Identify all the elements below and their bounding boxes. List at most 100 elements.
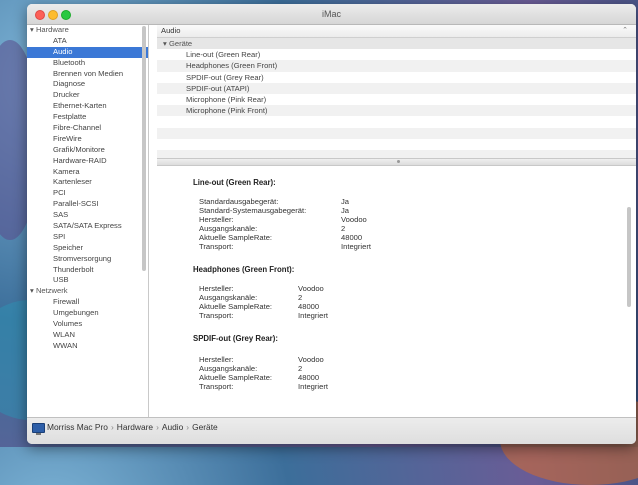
- sidebar-item-audio[interactable]: Audio: [27, 46, 148, 58]
- sidebar-item-stromversorgung[interactable]: Stromversorgung: [27, 254, 148, 265]
- detail-value: Ja: [341, 197, 350, 206]
- window-title: iMac: [321, 9, 341, 19]
- sidebar-item-pci[interactable]: PCI: [27, 188, 148, 199]
- breadcrumb-item-audio[interactable]: Audio: [162, 422, 183, 432]
- detail-value: 2: [298, 293, 303, 302]
- breadcrumb-item-geraete[interactable]: Geräte: [192, 422, 218, 432]
- sidebar-item-umgebungen[interactable]: Umgebungen: [27, 308, 148, 319]
- computer-icon: [32, 423, 45, 435]
- sidebar-item-ethernet[interactable]: Ethernet-Karten: [27, 101, 148, 112]
- tree-item-spdif-atapi[interactable]: SPDIF-out (ATAPI): [157, 82, 636, 94]
- sidebar-group-hardware[interactable]: ▾ Hardware: [27, 25, 148, 36]
- breadcrumb-separator: ›: [186, 422, 190, 432]
- breadcrumb-item-hardware[interactable]: Hardware: [117, 422, 153, 432]
- detail-key: Aktuelle SampleRate:: [199, 302, 273, 311]
- detail-key: Ausgangskanäle:: [199, 364, 258, 373]
- sidebar-scrollbar[interactable]: [142, 26, 146, 271]
- detail-section-title: Line-out (Green Rear):: [193, 178, 276, 187]
- sidebar-group-label: Netzwerk: [35, 286, 68, 296]
- tree-item-headphones[interactable]: Headphones (Green Front): [157, 60, 636, 72]
- detail-value: Integriert: [298, 311, 328, 320]
- detail-section-title: SPDIF-out (Grey Rear):: [193, 334, 278, 343]
- detail-key: Ausgangskanäle:: [199, 293, 258, 302]
- detail-value: Voodoo: [298, 284, 324, 293]
- disclosure-triangle-icon[interactable]: ▾: [163, 39, 167, 48]
- detail-key: Hersteller:: [199, 284, 234, 293]
- sidebar-item-sas[interactable]: SAS: [27, 210, 148, 221]
- titlebar: iMac: [27, 4, 636, 25]
- detail-value: Voodoo: [341, 215, 367, 224]
- detail-key: Aktuelle SampleRate:: [199, 373, 273, 382]
- sidebar-item-ata[interactable]: ATA: [27, 36, 148, 47]
- tree-empty-row: [157, 139, 636, 150]
- breadcrumb-separator: ›: [110, 422, 114, 432]
- tree-group-geraete[interactable]: ▾ Geräte: [157, 38, 636, 50]
- detail-key: Transport:: [199, 382, 234, 391]
- disclosure-triangle-icon[interactable]: ▾: [30, 25, 34, 34]
- detail-key: Transport:: [199, 311, 234, 320]
- tree-item-mic-rear[interactable]: Microphone (Pink Rear): [157, 94, 636, 105]
- detail-key: Hersteller:: [199, 215, 234, 224]
- sidebar: ▾ Hardware ATA Audio Bluetooth Brennen v…: [27, 25, 149, 417]
- detail-value: 48000: [341, 233, 363, 242]
- sidebar-item-speicher[interactable]: Speicher: [27, 243, 148, 254]
- detail-scrollbar[interactable]: [627, 207, 631, 307]
- sidebar-item-bluetooth[interactable]: Bluetooth: [27, 58, 148, 69]
- sidebar-item-diagnose[interactable]: Diagnose: [27, 79, 148, 90]
- detail-value: Integriert: [298, 382, 328, 391]
- sidebar-item-kartenleser[interactable]: Kartenleser: [27, 177, 148, 188]
- detail-key: Standard-Systemausgabegerät:: [199, 206, 307, 215]
- detail-value: 48000: [298, 373, 320, 382]
- detail-key: Transport:: [199, 242, 234, 251]
- detail-value: Voodoo: [298, 355, 324, 364]
- tree-item-line-out[interactable]: Line-out (Green Rear): [157, 49, 636, 60]
- sidebar-item-brennen[interactable]: Brennen von Medien: [27, 69, 148, 80]
- detail-section-title: Headphones (Green Front):: [193, 265, 295, 274]
- sidebar-item-volumes[interactable]: Volumes: [27, 319, 148, 330]
- column-header-audio: Audio: [161, 26, 181, 35]
- breadcrumb-item-computer[interactable]: Morriss Mac Pro: [47, 422, 108, 432]
- tree-empty-row: [157, 127, 636, 139]
- sidebar-item-firewall[interactable]: Firewall: [27, 297, 148, 308]
- sidebar-item-drucker[interactable]: Drucker: [27, 90, 148, 101]
- detail-value: 2: [298, 364, 303, 373]
- detail-key: Aktuelle SampleRate:: [199, 233, 273, 242]
- tree-group-label: Geräte: [168, 39, 193, 48]
- sidebar-group-label: Hardware: [35, 25, 69, 34]
- sidebar-item-wwan[interactable]: WWAN: [27, 341, 148, 352]
- table-header[interactable]: Audio ⌃: [157, 25, 636, 38]
- breadcrumb-separator: ›: [156, 422, 159, 432]
- detail-value: 2: [341, 224, 346, 233]
- sidebar-item-parallel-scsi[interactable]: Parallel-SCSI: [27, 199, 148, 210]
- sidebar-item-sata[interactable]: SATA/SATA Express: [27, 221, 148, 232]
- sidebar-item-kamera[interactable]: Kamera: [27, 167, 148, 178]
- sidebar-item-festplatte[interactable]: Festplatte: [27, 112, 148, 123]
- detail-pane: Line-out (Green Rear): Standardausgabege…: [157, 171, 636, 417]
- detail-value: Integriert: [341, 242, 371, 251]
- sidebar-item-fibre-channel[interactable]: Fibre-Channel: [27, 123, 148, 134]
- sidebar-item-grafik[interactable]: Grafik/Monitore: [27, 145, 148, 156]
- detail-key: Standardausgabegerät:: [199, 197, 279, 206]
- tree-item-spdif-grey[interactable]: SPDIF-out (Grey Rear): [157, 72, 636, 83]
- tree-item-mic-front[interactable]: Microphone (Pink Front): [157, 105, 636, 117]
- split-view-divider[interactable]: [157, 158, 636, 166]
- sidebar-item-firewire[interactable]: FireWire: [27, 134, 148, 145]
- system-information-window: iMac ▾ Hardware ATA Audio Bluetooth Bren…: [27, 4, 636, 444]
- detail-value: Ja: [341, 206, 350, 215]
- detail-key: Hersteller:: [199, 355, 234, 364]
- sidebar-item-thunderbolt[interactable]: Thunderbolt: [27, 265, 148, 276]
- divider-handle-icon[interactable]: [396, 160, 400, 163]
- sidebar-item-hardware-raid[interactable]: Hardware-RAID: [27, 156, 148, 167]
- path-bar: Morriss Mac Pro › Hardware › Audio › Geräte: [27, 417, 636, 444]
- disclosure-triangle-icon[interactable]: ▾: [30, 286, 34, 295]
- main-panel: Audio ⌃ ▾ Geräte Line-out (Green Rear) H…: [157, 25, 636, 417]
- sidebar-item-usb[interactable]: USB: [27, 275, 148, 286]
- sidebar-item-spi[interactable]: SPI: [27, 232, 148, 243]
- detail-key: Ausgangskanäle:: [199, 224, 258, 233]
- device-tree: ▾ Geräte Line-out (Green Rear) Headphone…: [157, 38, 636, 162]
- sidebar-group-netzwerk[interactable]: ▾ Netzwerk: [27, 286, 148, 297]
- tree-empty-row: [157, 116, 636, 127]
- sort-caret-icon[interactable]: ⌃: [622, 25, 628, 37]
- sidebar-item-wlan[interactable]: WLAN: [27, 330, 148, 341]
- detail-value: 48000: [298, 302, 320, 311]
